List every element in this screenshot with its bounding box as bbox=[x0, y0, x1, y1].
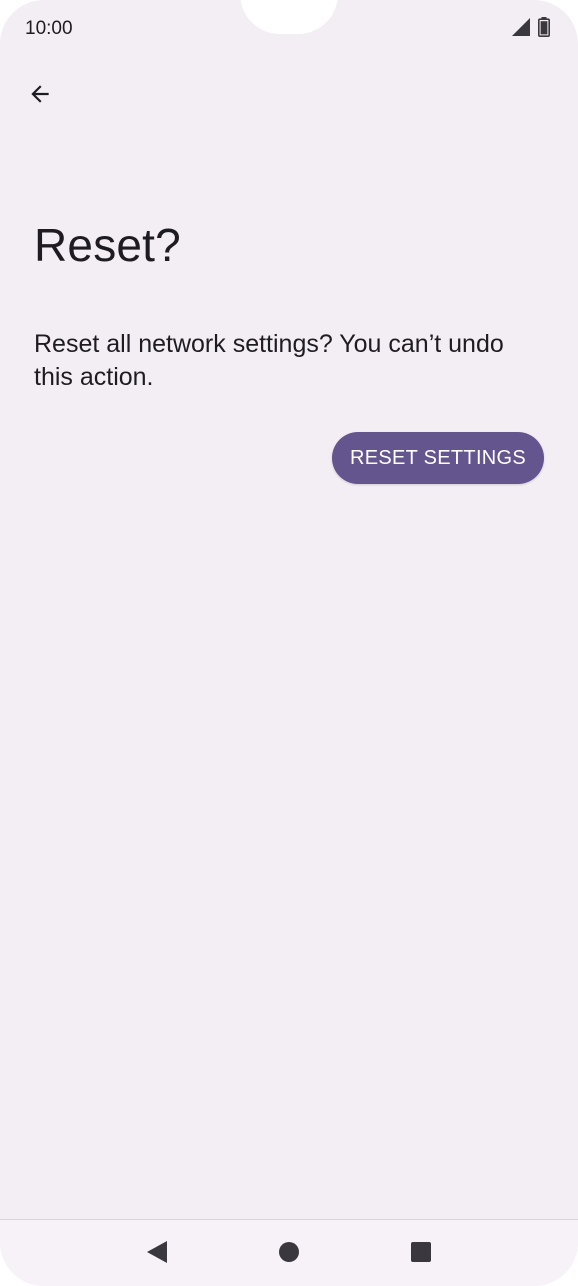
nav-home-button[interactable] bbox=[275, 1240, 303, 1268]
nav-home-icon bbox=[278, 1241, 300, 1268]
reset-description: Reset all network settings? You can’t un… bbox=[34, 330, 504, 391]
nav-recents-button[interactable] bbox=[407, 1240, 435, 1268]
signal-icon bbox=[512, 18, 530, 41]
status-time: 10:00 bbox=[25, 18, 73, 39]
page-title: Reset? bbox=[34, 219, 181, 271]
navigation-bar bbox=[0, 1219, 578, 1286]
battery-icon bbox=[538, 17, 550, 42]
status-icons bbox=[512, 17, 550, 42]
back-button[interactable] bbox=[18, 74, 62, 118]
reset-settings-button[interactable]: RESET SETTINGS bbox=[332, 432, 544, 484]
screen: 10:00 Reset? Reset all network settings?… bbox=[0, 0, 578, 1286]
nav-recents-icon bbox=[410, 1241, 432, 1268]
arrow-back-icon bbox=[27, 81, 53, 112]
nav-back-icon bbox=[145, 1240, 167, 1269]
camera-notch bbox=[240, 0, 338, 34]
nav-back-button[interactable] bbox=[142, 1240, 170, 1268]
